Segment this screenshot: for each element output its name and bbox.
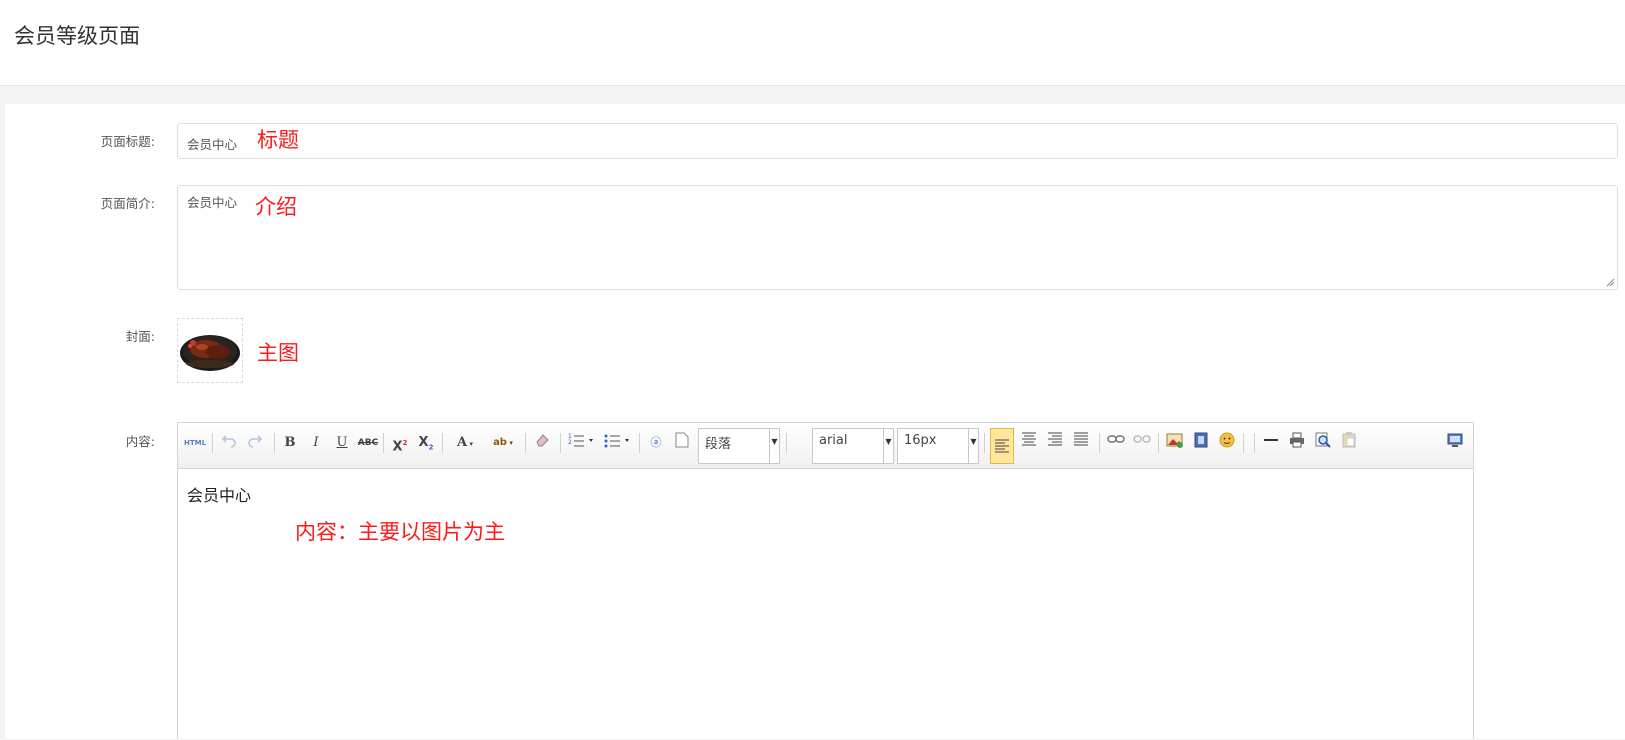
chevron-down-icon: ▼ <box>769 429 779 463</box>
intro-textarea[interactable]: 会员中心 <box>177 185 1618 290</box>
redo-icon <box>248 435 263 448</box>
intro-label: 页面简介: <box>100 196 155 211</box>
align-center-button[interactable] <box>1018 432 1040 454</box>
steak-image <box>180 335 240 371</box>
italic-icon[interactable]: I <box>305 432 327 454</box>
clear-format-icon[interactable] <box>531 432 553 454</box>
subscript-icon[interactable]: X2 <box>415 432 437 454</box>
preview-icon <box>1315 432 1331 448</box>
html-source-button[interactable]: HTML <box>184 432 206 454</box>
toolbar-separator <box>525 433 526 453</box>
font-size-select-value: 16px <box>904 433 937 448</box>
fullscreen-icon <box>1447 433 1463 447</box>
align-right-button[interactable] <box>1044 432 1066 454</box>
toolbar-separator <box>639 433 640 453</box>
align-center-icon <box>1022 432 1036 446</box>
redo-button[interactable] <box>244 432 266 454</box>
paste-button[interactable] <box>1338 432 1360 454</box>
fullscreen-button[interactable] <box>1444 432 1466 454</box>
toolbar-separator <box>274 433 275 453</box>
link-icon <box>1107 435 1125 443</box>
align-left-icon <box>995 439 1009 453</box>
align-justify-icon <box>1074 432 1088 446</box>
undo-icon <box>221 435 236 448</box>
toolbar-separator <box>560 433 561 453</box>
svg-text:2: 2 <box>568 439 572 446</box>
title-input-value: 会员中心 <box>187 137 238 152</box>
font-size-select[interactable]: 16px ▼ <box>897 428 979 464</box>
horizontal-rule-icon <box>1264 439 1278 441</box>
content-annotation: 内容：主要以图片为主 <box>295 520 505 544</box>
toolbar-separator <box>212 433 213 453</box>
editor-content-area[interactable]: 会员中心 <box>178 470 1473 740</box>
eraser-icon <box>536 434 549 447</box>
insert-anchor-icon[interactable]: ⓐ <box>645 432 667 454</box>
bullet-list-icon <box>604 434 629 448</box>
insert-video-button[interactable] <box>1190 432 1212 454</box>
font-family-select-value: arial <box>819 433 848 448</box>
page-break-icon[interactable] <box>671 432 693 454</box>
unlink-icon <box>1133 435 1151 443</box>
intro-textarea-value: 会员中心 <box>187 195 238 210</box>
toolbar-separator <box>442 433 443 453</box>
title-label: 页面标题: <box>100 134 155 149</box>
rich-text-editor: HTML B I U ABC X2 X2 A ▾ ab ▾ 12 ⓐ 段落 ▼ … <box>177 422 1474 739</box>
page-title: 会员等级页面 <box>14 24 140 48</box>
highlight-color-icon[interactable]: ab ▾ <box>486 432 520 454</box>
cover-label: 封面: <box>125 329 155 344</box>
toolbar-separator <box>1243 433 1244 453</box>
align-right-icon <box>1048 432 1062 446</box>
cover-annotation: 主图 <box>257 341 299 365</box>
cover-image-upload[interactable] <box>177 318 243 383</box>
intro-annotation: 介绍 <box>255 195 297 219</box>
bold-icon[interactable]: B <box>279 432 301 454</box>
preview-button[interactable] <box>1312 432 1334 454</box>
resize-handle-icon[interactable] <box>1606 278 1615 287</box>
print-button[interactable] <box>1286 432 1308 454</box>
unordered-list-icon[interactable] <box>602 432 634 454</box>
page-icon <box>675 432 689 448</box>
font-color-icon[interactable]: A ▾ <box>448 432 482 454</box>
insert-image-button[interactable] <box>1164 432 1186 454</box>
video-icon <box>1194 432 1208 448</box>
toolbar-separator <box>383 433 384 453</box>
strikethrough-icon[interactable]: ABC <box>357 432 379 454</box>
paragraph-select-value: 段落 <box>705 437 732 452</box>
align-left-button[interactable] <box>990 428 1014 464</box>
toolbar-separator <box>786 433 787 453</box>
editor-body-text: 会员中心 <box>187 486 252 505</box>
toolbar-separator <box>1099 433 1100 453</box>
insert-link-button[interactable] <box>1105 432 1127 454</box>
toolbar-separator <box>984 433 985 453</box>
font-family-select[interactable]: arial ▼ <box>812 428 894 464</box>
editor-toolbar: HTML B I U ABC X2 X2 A ▾ ab ▾ 12 ⓐ 段落 ▼ … <box>178 423 1473 469</box>
insert-emoji-button[interactable] <box>1216 432 1238 454</box>
align-justify-button[interactable] <box>1070 432 1092 454</box>
toolbar-separator <box>1254 433 1255 453</box>
ordered-list-icon[interactable]: 12 <box>566 432 598 454</box>
chevron-down-icon: ▼ <box>968 429 978 463</box>
page-header: 会员等级页面 <box>0 0 1625 86</box>
unlink-button[interactable] <box>1131 432 1153 454</box>
paste-icon <box>1342 432 1356 448</box>
paragraph-select[interactable]: 段落 ▼ <box>698 428 780 464</box>
horizontal-rule-button[interactable] <box>1260 432 1282 454</box>
print-icon <box>1290 432 1304 448</box>
underline-icon[interactable]: U <box>331 432 353 454</box>
superscript-icon[interactable]: X2 <box>389 432 411 454</box>
ordered-list-icon: 12 <box>568 433 593 447</box>
toolbar-separator <box>1158 433 1159 453</box>
undo-button[interactable] <box>218 432 240 454</box>
title-input[interactable]: 会员中心 <box>177 123 1618 159</box>
title-annotation: 标题 <box>257 128 299 152</box>
emoji-icon <box>1219 432 1235 448</box>
chevron-down-icon: ▼ <box>883 429 893 463</box>
content-label: 内容: <box>125 434 155 449</box>
image-icon <box>1166 433 1183 448</box>
